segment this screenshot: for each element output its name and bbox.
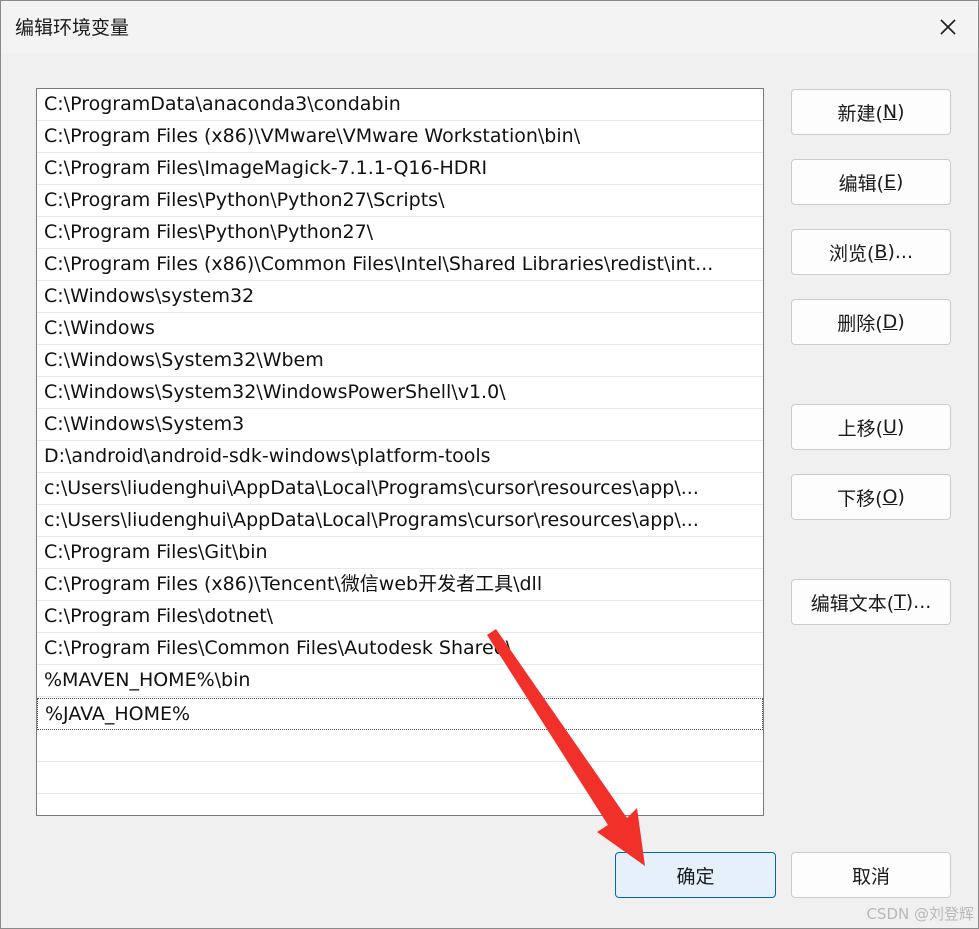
move-up-button[interactable]: 上移(U) (791, 404, 951, 450)
path-list-item[interactable]: C:\Program Files\Python\Python27\ (37, 217, 763, 249)
path-list[interactable]: C:\ProgramData\anaconda3\condabin C:\Pro… (36, 88, 764, 816)
title-bar[interactable]: 编辑环境变量 (1, 1, 978, 53)
move-up-button-accesskey: U (883, 416, 897, 438)
close-button[interactable] (918, 1, 978, 53)
edit-text-button-accesskey: T (894, 591, 906, 613)
path-list-item[interactable]: C:\Program Files\Git\bin (37, 537, 763, 569)
empty-list-row[interactable] (37, 730, 763, 762)
browse-button-accesskey: B (874, 241, 888, 263)
cancel-button[interactable]: 取消 (791, 852, 951, 898)
new-button-suffix: ) (897, 101, 905, 123)
edit-button-suffix: ) (896, 171, 904, 193)
edit-env-variable-dialog: 编辑环境变量 C:\ProgramData\anaconda3\condabin… (0, 0, 979, 929)
close-icon (940, 19, 956, 35)
path-list-item[interactable]: %MAVEN_HOME%\bin (37, 665, 763, 697)
window-title: 编辑环境变量 (15, 17, 130, 39)
browse-button-suffix: )... (887, 241, 913, 263)
path-list-item[interactable]: c:\Users\liudenghui\AppData\Local\Progra… (37, 505, 763, 537)
path-list-item[interactable]: C:\Windows\System32\WindowsPowerShell\v1… (37, 377, 763, 409)
edit-button[interactable]: 编辑(E) (791, 159, 951, 205)
edit-text-button[interactable]: 编辑文本(T)... (791, 579, 951, 625)
edit-text-button-suffix: )... (905, 591, 932, 613)
new-button[interactable]: 新建(N) (791, 89, 951, 135)
move-down-button-accesskey: O (882, 486, 898, 508)
path-list-item[interactable]: C:\Windows\System32\Wbem (37, 345, 763, 377)
delete-button[interactable]: 删除(D) (791, 299, 951, 345)
path-list-item[interactable]: C:\Windows (37, 313, 763, 345)
path-list-item[interactable]: C:\Program Files (x86)\Tencent\微信web开发者工… (37, 569, 763, 601)
delete-button-accesskey: D (882, 311, 898, 333)
move-down-button-suffix: ) (897, 486, 905, 508)
path-list-item[interactable]: C:\Program Files (x86)\Common Files\Inte… (37, 249, 763, 281)
path-list-item[interactable]: C:\Program Files (x86)\VMware\VMware Wor… (37, 121, 763, 153)
path-list-item[interactable]: c:\Users\liudenghui\AppData\Local\Progra… (37, 473, 763, 505)
path-list-item-editing[interactable]: %JAVA_HOME% (37, 698, 763, 730)
new-button-accesskey: N (882, 101, 898, 123)
path-list-item[interactable]: C:\ProgramData\anaconda3\condabin (37, 89, 763, 121)
watermark: CSDN @刘登辉 (866, 905, 974, 923)
edit-text-button-label: 编辑文本( (810, 592, 895, 615)
path-list-item[interactable]: C:\Program Files\dotnet\ (37, 601, 763, 633)
move-up-button-suffix: ) (896, 416, 905, 438)
browse-button[interactable]: 浏览(B)... (791, 229, 951, 275)
move-down-button[interactable]: 下移(O) (791, 474, 951, 520)
move-up-button-label: 上移( (837, 417, 884, 440)
path-list-item[interactable]: C:\Program Files\Python\Python27\Scripts… (37, 185, 763, 217)
browse-button-label: 浏览( (829, 242, 875, 265)
new-button-label: 新建( (837, 102, 883, 125)
edit-button-label: 编辑( (838, 172, 884, 195)
path-list-item[interactable]: C:\Windows\System3 (37, 409, 763, 441)
delete-button-suffix: ) (897, 311, 905, 333)
path-list-item[interactable]: C:\Windows\system32 (37, 281, 763, 313)
path-list-item[interactable]: C:\Program Files\ImageMagick-7.1.1-Q16-H… (37, 153, 763, 185)
path-list-item[interactable]: D:\android\android-sdk-windows\platform-… (37, 441, 763, 473)
empty-list-row[interactable] (37, 762, 763, 794)
path-list-item[interactable]: C:\Program Files\Common Files\Autodesk S… (37, 633, 763, 665)
ok-button[interactable]: 确定 (615, 852, 776, 898)
delete-button-label: 删除( (837, 312, 883, 335)
move-down-button-label: 下移( (837, 487, 883, 510)
edit-button-accesskey: E (883, 171, 896, 193)
